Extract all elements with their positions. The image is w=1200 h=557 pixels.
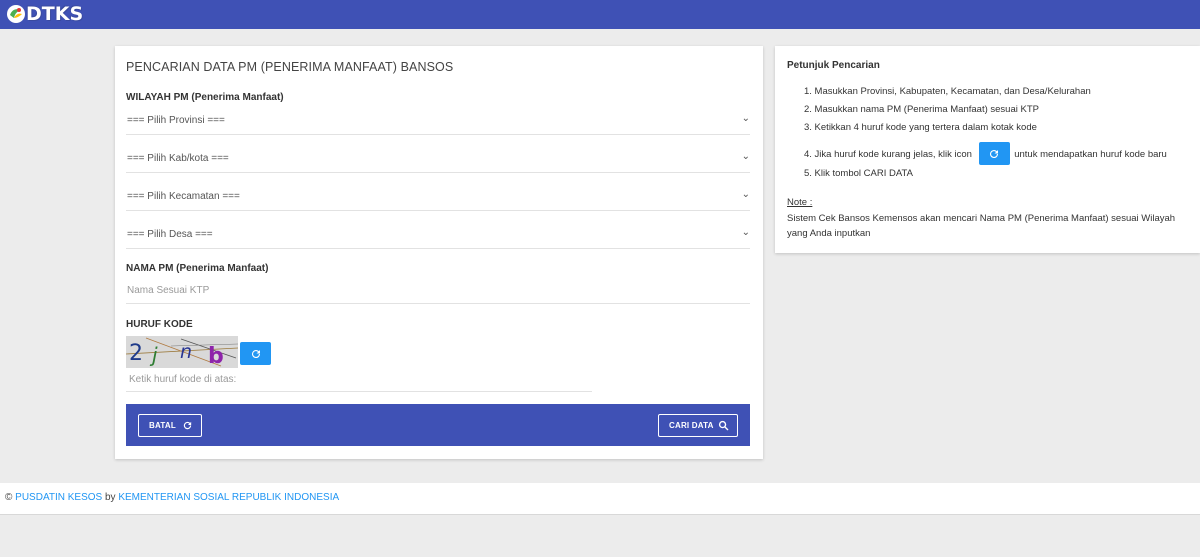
chevron-down-icon: ⌄ (741, 189, 750, 200)
form-action-bar: BATAL CARI DATA (126, 404, 750, 446)
refresh-icon (183, 421, 192, 430)
chevron-down-icon: ⌄ (741, 227, 750, 238)
help-step: 1. Masukkan Provinsi, Kabupaten, Kecamat… (804, 86, 1091, 97)
captcha-refresh-button[interactable] (240, 342, 271, 365)
page-title: PENCARIAN DATA PM (PENERIMA MANFAAT) BAN… (126, 60, 454, 74)
provinsi-select[interactable]: === Pilih Provinsi === ⌄ (126, 109, 750, 135)
footer: © PUSDATIN KESOS by KEMENTERIAN SOSIAL R… (0, 483, 1200, 515)
desa-select[interactable]: === Pilih Desa === ⌄ (126, 223, 750, 249)
nama-pm-label: NAMA PM (Penerima Manfaat) (126, 263, 269, 274)
desa-select-value: === Pilih Desa === (127, 229, 213, 240)
chevron-down-icon: ⌄ (741, 113, 750, 124)
logo-text: DTKS (26, 3, 84, 25)
cari-data-button[interactable]: CARI DATA (658, 414, 738, 437)
help-step: 5. Klik tombol CARI DATA (804, 168, 913, 179)
cari-data-button-label: CARI DATA (669, 421, 714, 430)
note-label: Note : (787, 197, 813, 208)
huruf-kode-label: HURUF KODE (126, 319, 193, 330)
help-step: 3. Ketikkan 4 huruf kode yang tertera da… (804, 122, 1037, 133)
captcha-input[interactable]: Ketik huruf kode di atas: (126, 370, 592, 392)
wilayah-label: WILAYAH PM (Penerima Manfaat) (126, 92, 284, 103)
help-refresh-button-sample (978, 142, 1010, 165)
batal-button[interactable]: BATAL (138, 414, 202, 437)
refresh-icon (990, 149, 999, 158)
footer-text: © PUSDATIN KESOS by KEMENTERIAN SOSIAL R… (5, 492, 339, 503)
captcha-placeholder: Ketik huruf kode di atas: (129, 374, 237, 385)
provinsi-select-value: === Pilih Provinsi === (127, 115, 225, 126)
kecamatan-select-value: === Pilih Kecamatan === (127, 191, 240, 202)
help-step-4-suffix: untuk mendapatkan huruf kode baru (1014, 149, 1167, 161)
batal-button-label: BATAL (149, 421, 176, 430)
chevron-down-icon: ⌄ (741, 151, 750, 162)
note-text: Sistem Cek Bansos Kemensos akan mencari … (787, 213, 1176, 239)
nama-pm-placeholder: Nama Sesuai KTP (127, 285, 210, 296)
top-navbar: DTKS (0, 0, 1200, 29)
help-step: 2. Masukkan nama PM (Penerima Manfaat) s… (804, 104, 1039, 115)
logo-emblem-icon (5, 3, 27, 25)
kementerian-link[interactable]: KEMENTERIAN SOSIAL REPUBLIK INDONESIA (118, 492, 339, 503)
help-step-4-text: 4. Jika huruf kode kurang jelas, klik ic… (804, 149, 972, 161)
kecamatan-select[interactable]: === Pilih Kecamatan === ⌄ (126, 185, 750, 211)
captcha-char: n (180, 341, 192, 363)
captcha-image: 2 j n b (126, 336, 238, 368)
captcha-char: 2 (129, 341, 143, 366)
help-title: Petunjuk Pencarian (787, 60, 880, 71)
copyright-symbol: © (5, 492, 13, 503)
pusdatin-link[interactable]: PUSDATIN KESOS (15, 492, 102, 503)
refresh-icon (251, 349, 260, 358)
help-card: Petunjuk Pencarian 1. Masukkan Provinsi,… (775, 46, 1200, 253)
search-icon (718, 420, 729, 431)
search-form-card: PENCARIAN DATA PM (PENERIMA MANFAAT) BAN… (115, 46, 763, 459)
kabkota-select[interactable]: === Pilih Kab/kota === ⌄ (126, 147, 750, 173)
dtks-logo[interactable]: DTKS (5, 3, 83, 25)
footer-by: by (105, 492, 116, 503)
help-step-4: 4. Jika huruf kode kurang jelas, klik ic… (804, 142, 1167, 166)
kabkota-select-value: === Pilih Kab/kota === (127, 153, 229, 164)
captcha-char: b (208, 344, 224, 368)
nama-pm-input[interactable]: Nama Sesuai KTP (126, 279, 750, 304)
